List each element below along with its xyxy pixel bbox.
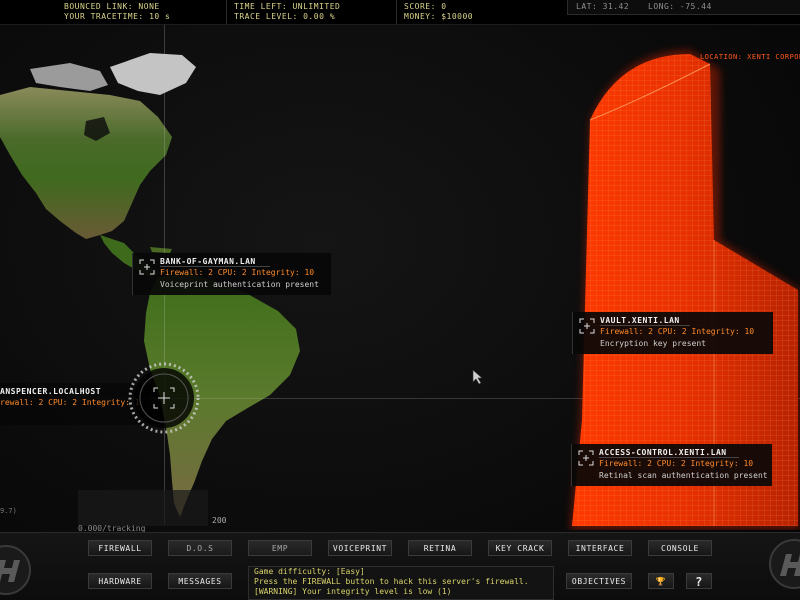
node-stats: Firewall: 2 CPU: 2 Integrity: 10 xyxy=(600,327,755,336)
target-icon xyxy=(578,450,594,466)
coordinates-panel: LAT: 31.42 LONG: -75.44 xyxy=(567,0,800,15)
money-status: MONEY: $10000 xyxy=(404,12,474,21)
node-divider xyxy=(600,325,690,326)
status-divider xyxy=(396,0,397,24)
server-node-vault-xenti[interactable]: VAULT.XENTI.LAN Firewall: 2 CPU: 2 Integ… xyxy=(572,312,773,354)
emp-button[interactable]: EMP xyxy=(248,540,312,556)
interface-button[interactable]: INTERFACE xyxy=(568,540,632,556)
help-icon: ? xyxy=(695,575,703,589)
mouse-cursor-icon xyxy=(472,369,483,385)
latitude-readout: LAT: 31.42 xyxy=(576,2,630,11)
node-stats: rewall: 2 CPU: 2 Integrity: 1 xyxy=(0,398,140,407)
score-status: SCORE: 0 xyxy=(404,2,447,11)
trace-level-status: TRACE LEVEL: 0.00 % xyxy=(234,12,336,21)
firewall-button[interactable]: FIREWALL xyxy=(88,540,152,556)
hardware-button[interactable]: HARDWARE xyxy=(88,573,152,589)
help-button[interactable]: ? xyxy=(686,573,712,589)
node-description: Voiceprint authentication present xyxy=(160,280,319,289)
target-icon xyxy=(139,259,155,275)
scale-left-label: 9.7) xyxy=(0,507,17,515)
longitude-readout: LONG: -75.44 xyxy=(648,2,712,11)
node-stats: Firewall: 2 CPU: 2 Integrity: 10 xyxy=(160,268,315,277)
game-stage: BOUNCED LINK: NONE YOUR TRACETIME: 10 s … xyxy=(0,0,800,600)
server-node-bank-of-gayman[interactable]: BANK-OF-GAYMAN.LAN Firewall: 2 CPU: 2 In… xyxy=(132,253,331,295)
message-line: Game difficulty: [Easy] xyxy=(254,567,365,576)
node-name: BANK-OF-GAYMAN.LAN xyxy=(160,257,256,266)
radar-target-icon[interactable] xyxy=(124,358,204,438)
tracking-graph xyxy=(78,490,208,526)
retina-button[interactable]: RETINA xyxy=(408,540,472,556)
node-description: Encryption key present xyxy=(600,339,706,348)
node-name: VAULT.XENTI.LAN xyxy=(600,316,680,325)
console-button[interactable]: CONSOLE xyxy=(648,540,712,556)
dos-button[interactable]: D.O.S xyxy=(168,540,232,556)
objectives-button[interactable]: OBJECTIVES xyxy=(566,573,632,589)
tracetime-status: YOUR TRACETIME: 10 s xyxy=(64,12,171,21)
message-line: [WARNING] Your integrity level is low (1… xyxy=(254,587,452,596)
trophy-icon: 🏆 xyxy=(655,577,667,586)
node-divider xyxy=(160,266,270,267)
location-label: LOCATION: XENTI CORPORA xyxy=(700,53,800,61)
node-description: Retinal scan authentication present xyxy=(599,471,768,480)
game-logo-icon xyxy=(0,545,31,595)
target-icon xyxy=(579,318,595,334)
message-line: Press the FIREWALL button to hack this s… xyxy=(254,577,529,586)
trophy-button[interactable]: 🏆 xyxy=(648,573,674,589)
bounced-link-status: BOUNCED LINK: NONE xyxy=(64,2,160,11)
node-name: ACCESS-CONTROL.XENTI.LAN xyxy=(599,448,727,457)
game-logo-icon xyxy=(769,539,800,589)
key-crack-button[interactable]: KEY CRACK xyxy=(488,540,552,556)
server-node-access-control-xenti[interactable]: ACCESS-CONTROL.XENTI.LAN Firewall: 2 CPU… xyxy=(571,444,772,486)
scale-right-label: 200 xyxy=(212,516,227,525)
voiceprint-button[interactable]: VOICEPRINT xyxy=(328,540,392,556)
node-stats: Firewall: 2 CPU: 2 Integrity: 10 xyxy=(599,459,754,468)
status-bar: BOUNCED LINK: NONE YOUR TRACETIME: 10 s … xyxy=(0,0,800,25)
node-name: ANSPENCER.LOCALHOST xyxy=(0,387,102,396)
node-divider xyxy=(599,457,739,458)
message-log: Game difficulty: [Easy] Press the FIREWA… xyxy=(248,566,554,600)
time-left-status: TIME LEFT: UNLIMITED xyxy=(234,2,341,11)
messages-button[interactable]: MESSAGES xyxy=(168,573,232,589)
status-divider xyxy=(226,0,227,24)
